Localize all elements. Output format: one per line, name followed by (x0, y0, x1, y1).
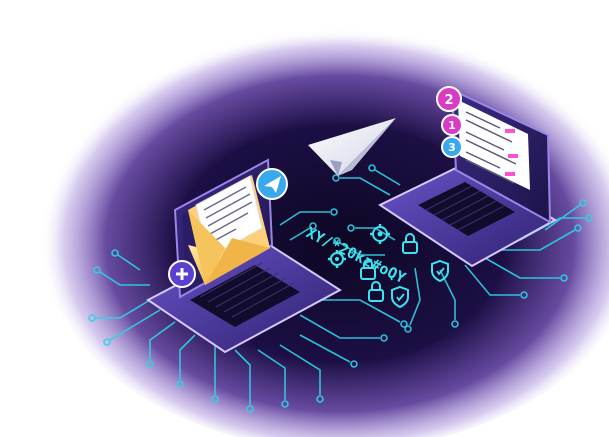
svg-text:1: 1 (448, 119, 456, 132)
step-badge: 3 (441, 136, 463, 158)
encrypted-transfer-illustration: 2 1 3 XY/*20kz#oQY (0, 0, 609, 437)
illustration-canvas: 2 1 3 XY/*20kz#oQY (40, 20, 609, 437)
plus-badge-icon (168, 260, 196, 288)
svg-text:2: 2 (444, 93, 453, 108)
step-badge: 2 (436, 86, 462, 112)
step-badge: 1 (441, 114, 463, 136)
send-badge-icon (256, 168, 288, 200)
svg-text:3: 3 (448, 141, 456, 154)
